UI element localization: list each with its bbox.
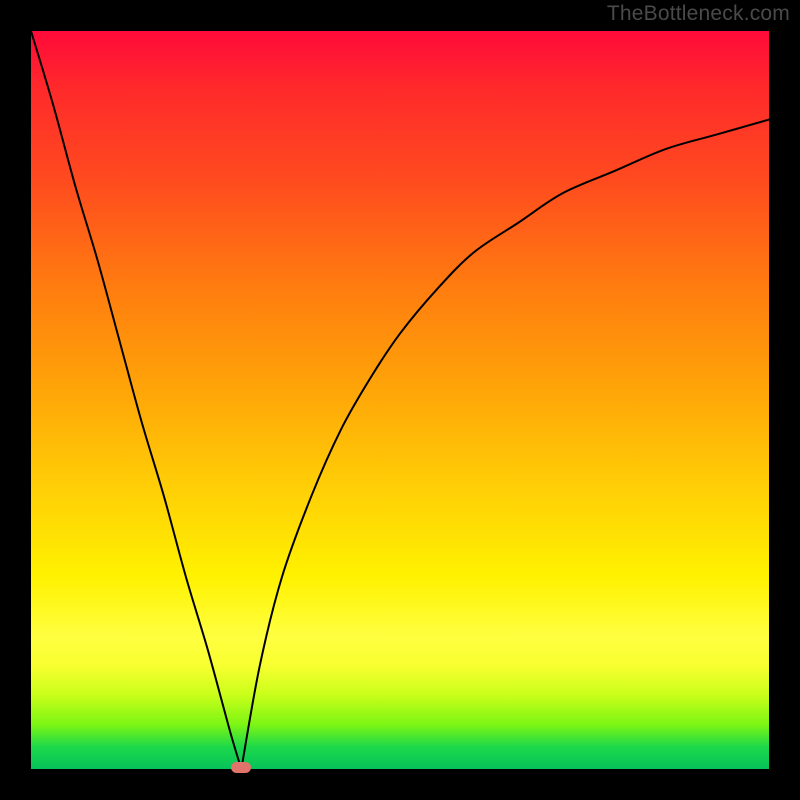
chart-frame: TheBottleneck.com <box>0 0 800 800</box>
plot-area <box>31 31 769 769</box>
watermark-text: TheBottleneck.com <box>607 2 790 26</box>
min-marker <box>231 762 251 773</box>
bottleneck-curve-left <box>31 31 241 769</box>
bottleneck-curve-right <box>241 120 769 769</box>
curve-svg <box>31 31 769 769</box>
